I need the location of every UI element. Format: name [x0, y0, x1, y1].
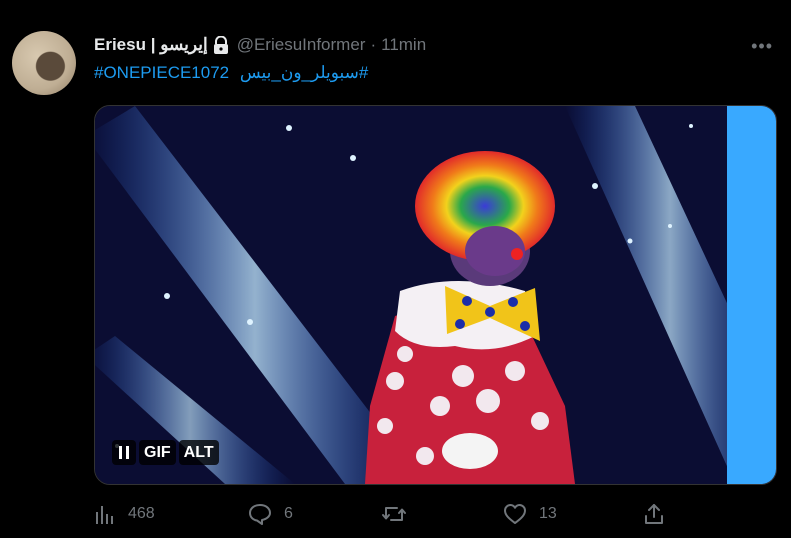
- reply-button[interactable]: 6: [248, 500, 293, 528]
- pause-button[interactable]: [112, 440, 136, 465]
- gif-badge: GIF: [139, 440, 176, 465]
- retweet-button[interactable]: [381, 500, 419, 528]
- share-icon: [645, 504, 663, 524]
- pause-icon: [119, 446, 129, 459]
- gif-media[interactable]: [94, 105, 777, 485]
- hashtag-link[interactable]: #ONEPIECE1072: [94, 63, 229, 82]
- comment-icon: [249, 504, 271, 525]
- bar-chart-icon: [96, 506, 113, 524]
- author-handle[interactable]: @EriesuInformer: [237, 35, 366, 55]
- tweet-text: #ONEPIECE1072 #سبويلر_ون_بيس: [94, 63, 368, 83]
- alt-text-button[interactable]: ALT: [178, 440, 219, 465]
- reply-count: 6: [284, 505, 293, 522]
- author-name[interactable]: Eriesu | إيريسو: [94, 35, 208, 55]
- gif-frame-clown: [95, 106, 776, 484]
- like-button[interactable]: 13: [503, 500, 557, 528]
- author-avatar[interactable]: [12, 31, 76, 95]
- like-count: 13: [539, 505, 557, 522]
- separator-dot: ·: [370, 35, 377, 54]
- tweet-header: Eriesu | إيريسو @EriesuInformer · 11min: [94, 34, 771, 56]
- tweet-actions: 468 6 13: [94, 500, 694, 528]
- share-button[interactable]: [643, 500, 665, 528]
- lock-icon: [213, 36, 229, 54]
- hashtag-link[interactable]: #سبويلر_ون_بيس: [240, 63, 369, 82]
- gif-controls: GIF ALT: [112, 440, 219, 465]
- views-button[interactable]: 468: [94, 500, 155, 528]
- more-options-icon[interactable]: •••: [751, 36, 773, 57]
- heart-icon: [504, 504, 526, 524]
- tweet-timestamp[interactable]: 11min: [381, 35, 426, 55]
- views-count: 468: [128, 505, 155, 522]
- retweet-icon: [382, 507, 406, 521]
